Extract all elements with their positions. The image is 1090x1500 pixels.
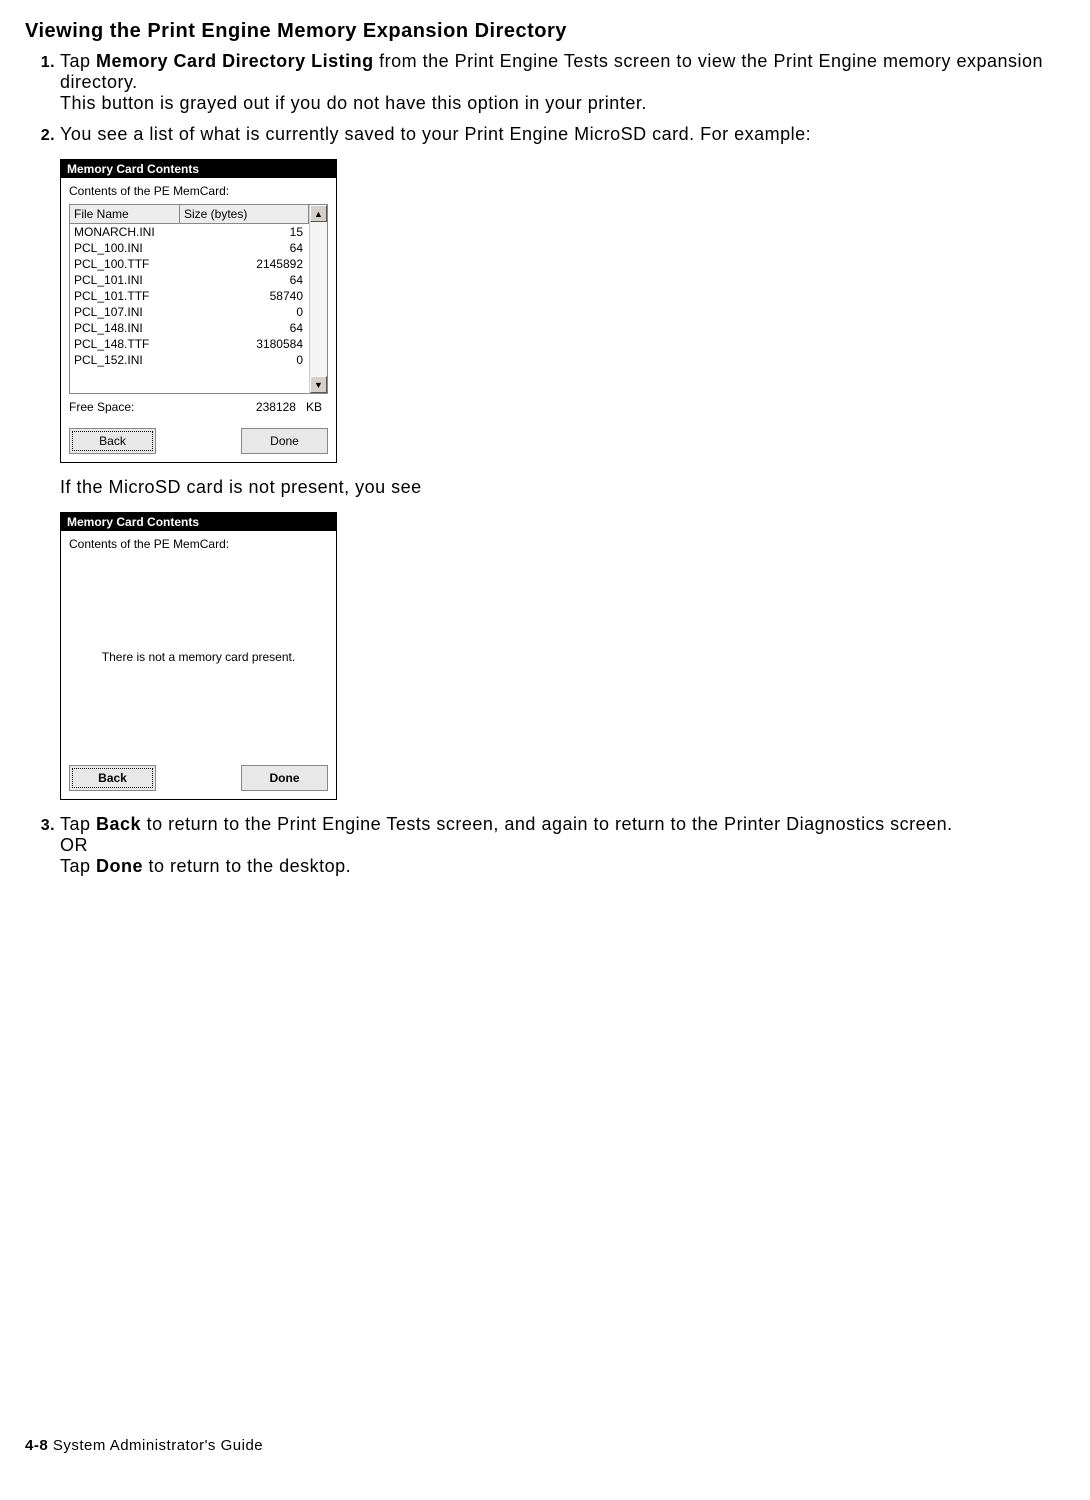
- file-name-cell: PCL_100.INI: [70, 240, 180, 256]
- file-size-cell: 0: [180, 304, 309, 320]
- table-row[interactable]: PCL_107.INI0: [70, 304, 309, 320]
- back-label: Back: [96, 814, 141, 834]
- file-size-cell: 2145892: [180, 256, 309, 272]
- memory-card-contents-dialog-empty: Memory Card Contents Contents of the PE …: [60, 512, 337, 800]
- file-size-cell: 0: [180, 352, 309, 368]
- dialog-titlebar: Memory Card Contents: [61, 513, 336, 531]
- table-row[interactable]: PCL_152.INI0: [70, 352, 309, 368]
- free-space-label: Free Space:: [69, 400, 134, 414]
- step3-or: OR: [60, 835, 88, 855]
- scroll-up-button[interactable]: ▲: [310, 205, 327, 222]
- memory-card-directory-listing-label: Memory Card Directory Listing: [96, 51, 374, 71]
- file-size-cell: 64: [180, 320, 309, 336]
- file-size-cell: 64: [180, 240, 309, 256]
- scrollbar[interactable]: ▲ ▼: [309, 205, 327, 393]
- step3-text-a: Tap: [60, 814, 96, 834]
- memory-card-contents-dialog: Memory Card Contents Contents of the PE …: [60, 159, 337, 463]
- table-row[interactable]: PCL_101.INI64: [70, 272, 309, 288]
- file-size-cell: 64: [180, 272, 309, 288]
- table-row[interactable]: MONARCH.INI15: [70, 224, 309, 240]
- step-1: Tap Memory Card Directory Listing from t…: [60, 51, 1065, 114]
- guide-title: System Administrator's Guide: [48, 1437, 263, 1454]
- done-button[interactable]: Done: [241, 428, 328, 454]
- file-name-cell: PCL_100.TTF: [70, 256, 180, 272]
- page-number: 4-8: [25, 1437, 48, 1454]
- step3-text-d: to return to the desktop.: [143, 856, 351, 876]
- table-row[interactable]: PCL_100.INI64: [70, 240, 309, 256]
- step3-text-c: Tap: [60, 856, 96, 876]
- file-list: File Name Size (bytes) MONARCH.INI15PCL_…: [69, 204, 328, 394]
- column-header-filename[interactable]: File Name: [70, 205, 180, 223]
- file-name-cell: PCL_101.INI: [70, 272, 180, 288]
- file-name-cell: MONARCH.INI: [70, 224, 180, 240]
- scroll-down-button[interactable]: ▼: [310, 376, 327, 393]
- table-row[interactable]: PCL_148.INI64: [70, 320, 309, 336]
- dialog-titlebar: Memory Card Contents: [61, 160, 336, 178]
- dialog-subtitle: Contents of the PE MemCard:: [69, 537, 328, 551]
- file-size-cell: 15: [180, 224, 309, 240]
- table-row[interactable]: PCL_101.TTF58740: [70, 288, 309, 304]
- file-size-cell: 58740: [180, 288, 309, 304]
- column-header-size[interactable]: Size (bytes): [180, 205, 309, 223]
- back-button[interactable]: Back: [69, 765, 156, 791]
- done-label: Done: [96, 856, 143, 876]
- file-name-cell: PCL_107.INI: [70, 304, 180, 320]
- table-row[interactable]: PCL_148.TTF3180584: [70, 336, 309, 352]
- file-size-cell: 3180584: [180, 336, 309, 352]
- file-name-cell: PCL_152.INI: [70, 352, 180, 368]
- step-3: Tap Back to return to the Print Engine T…: [60, 814, 1065, 877]
- dialog-subtitle: Contents of the PE MemCard:: [69, 184, 328, 198]
- done-button[interactable]: Done: [241, 765, 328, 791]
- table-row[interactable]: PCL_100.TTF2145892: [70, 256, 309, 272]
- step3-text-b: to return to the Print Engine Tests scre…: [141, 814, 953, 834]
- file-name-cell: PCL_101.TTF: [70, 288, 180, 304]
- step2-note: If the MicroSD card is not present, you …: [60, 477, 1065, 498]
- page-heading: Viewing the Print Engine Memory Expansio…: [25, 20, 1065, 43]
- file-name-cell: PCL_148.TTF: [70, 336, 180, 352]
- file-name-cell: PCL_148.INI: [70, 320, 180, 336]
- no-card-message: There is not a memory card present.: [102, 650, 295, 664]
- scroll-track[interactable]: [310, 222, 327, 376]
- page-footer: 4-8 System Administrator's Guide: [25, 1434, 263, 1455]
- step1-text-c: This button is grayed out if you do not …: [60, 93, 647, 113]
- step1-text-a: Tap: [60, 51, 96, 71]
- free-space-unit: KB: [306, 400, 322, 414]
- back-button[interactable]: Back: [69, 428, 156, 454]
- step2-text: You see a list of what is currently save…: [60, 124, 811, 144]
- step-2: You see a list of what is currently save…: [60, 124, 1065, 800]
- free-space-value: 238128: [256, 400, 296, 414]
